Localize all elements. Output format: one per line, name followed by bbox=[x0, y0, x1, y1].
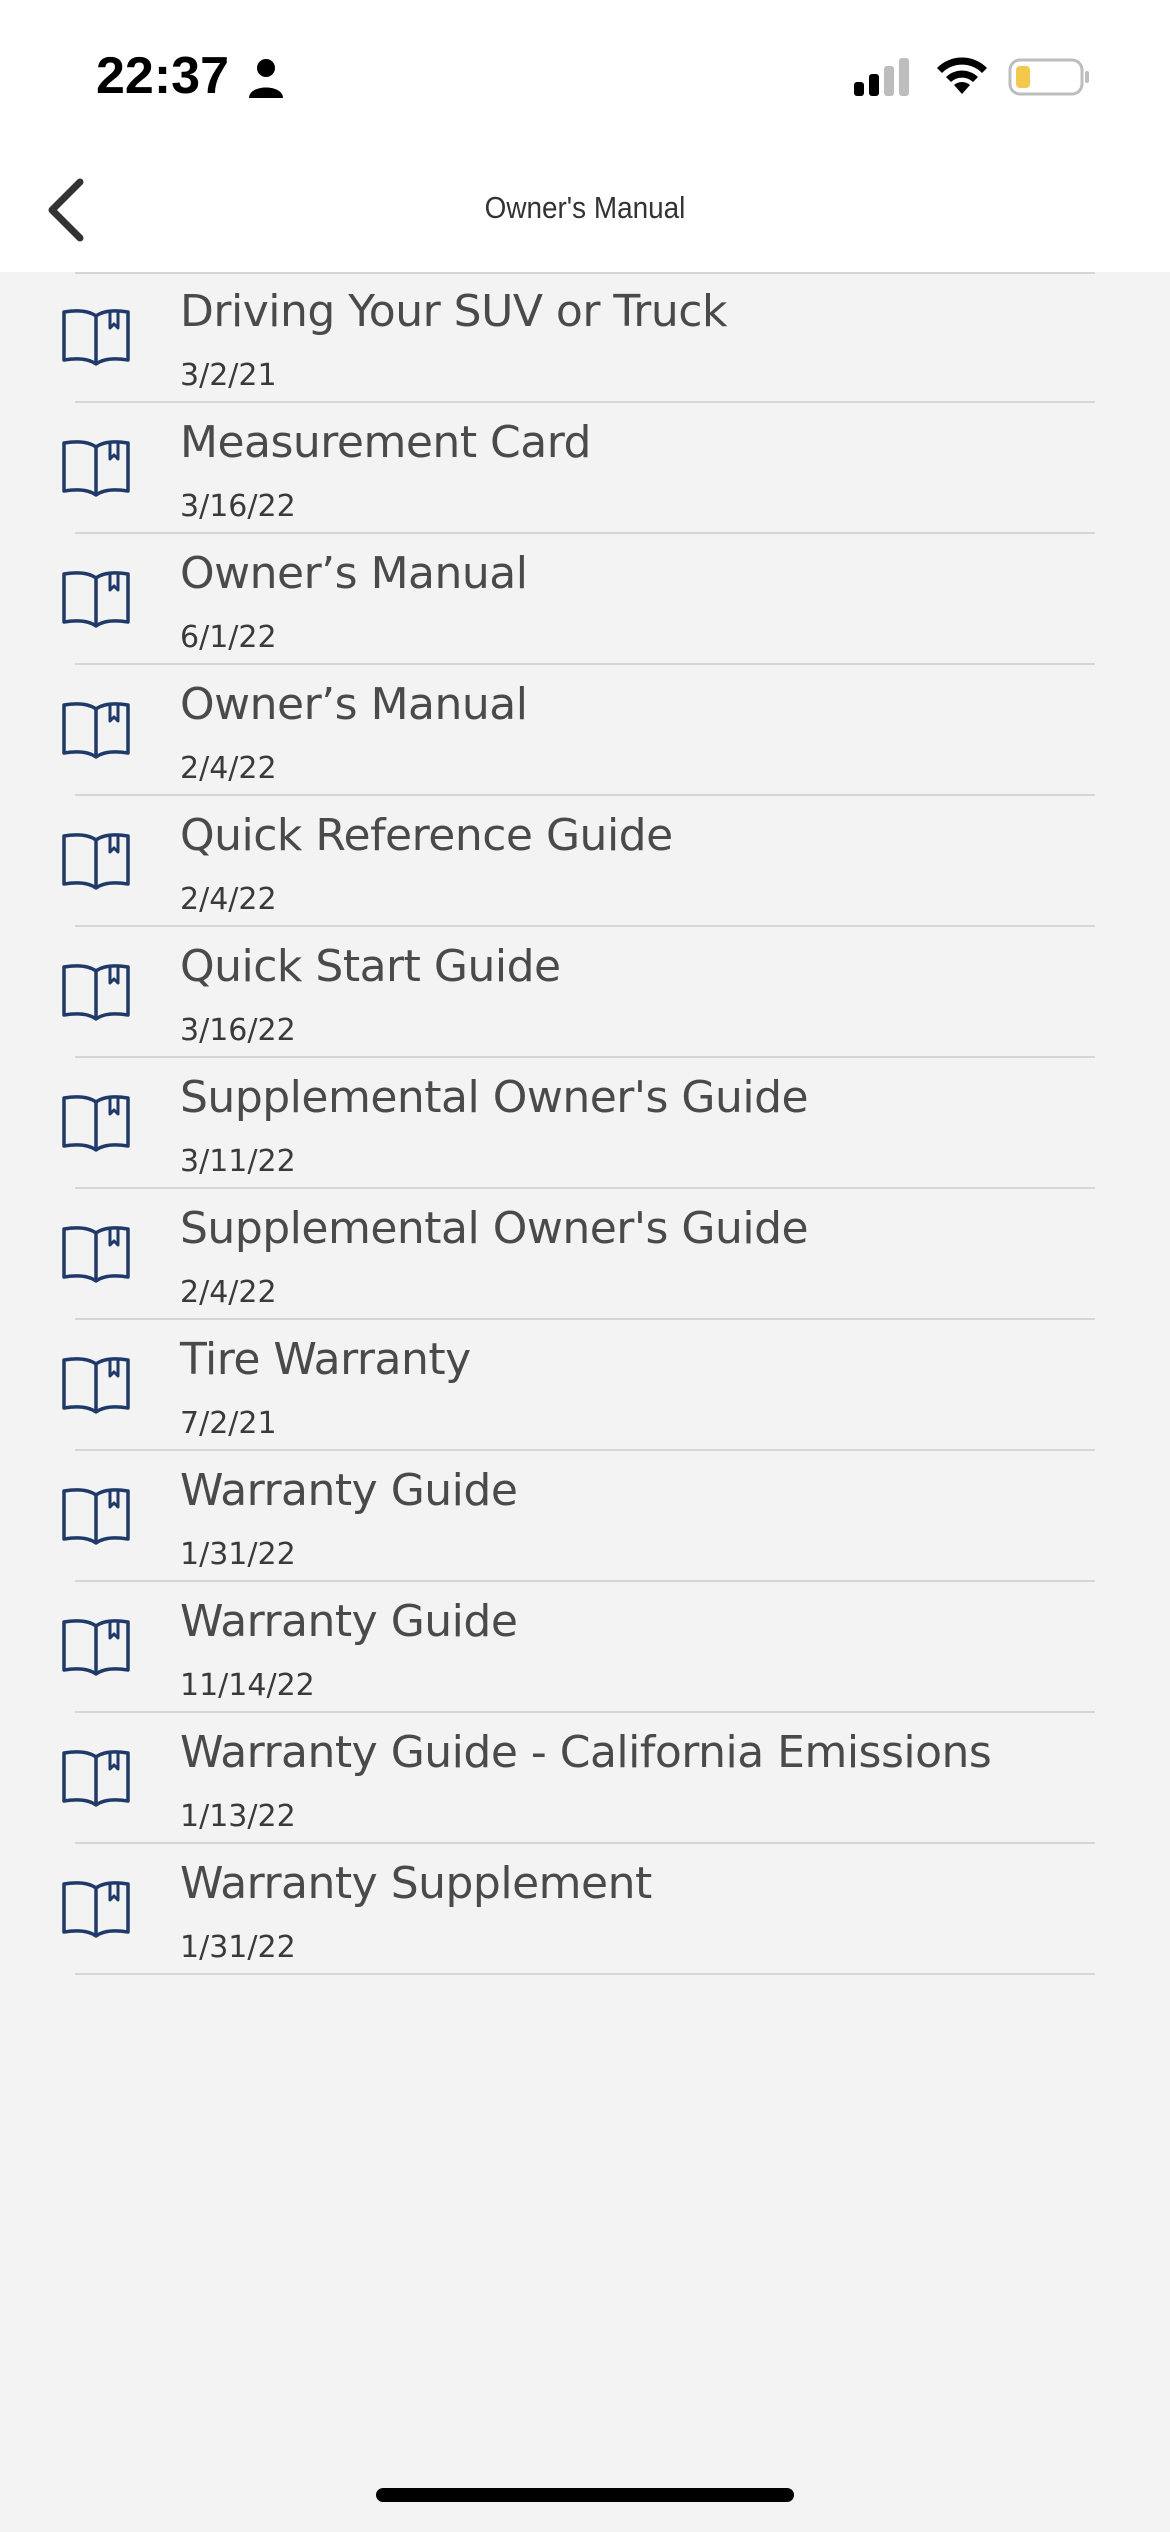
list-item[interactable]: Supplemental Owner's Guide 3/11/22 bbox=[0, 1058, 1170, 1189]
book-icon bbox=[62, 964, 130, 1021]
document-date: 6/1/22 bbox=[180, 620, 277, 655]
document-title: Tire Warranty bbox=[180, 1334, 471, 1385]
book-icon bbox=[62, 1095, 130, 1152]
document-date: 1/31/22 bbox=[180, 1930, 296, 1965]
signal-icon bbox=[854, 58, 909, 96]
wifi-icon bbox=[937, 57, 987, 94]
book-icon bbox=[62, 1881, 130, 1938]
home-indicator[interactable] bbox=[376, 2488, 794, 2502]
list-item[interactable]: Owner’s Manual 6/1/22 bbox=[0, 534, 1170, 665]
document-date: 3/16/22 bbox=[180, 1013, 296, 1048]
list-item[interactable]: Warranty Supplement 1/31/22 bbox=[0, 1844, 1170, 1975]
document-date: 1/31/22 bbox=[180, 1537, 296, 1572]
list-item[interactable]: Tire Warranty 7/2/21 bbox=[0, 1320, 1170, 1451]
document-title: Owner’s Manual bbox=[180, 679, 528, 730]
document-date: 3/11/22 bbox=[180, 1144, 296, 1179]
document-date: 2/4/22 bbox=[180, 751, 277, 786]
document-date: 11/14/22 bbox=[180, 1668, 315, 1703]
list-item[interactable]: Supplemental Owner's Guide 2/4/22 bbox=[0, 1189, 1170, 1320]
document-date: 7/2/21 bbox=[180, 1406, 277, 1441]
person-icon bbox=[249, 59, 283, 98]
book-icon bbox=[62, 1357, 130, 1414]
status-bar: 22:37 bbox=[0, 0, 1170, 150]
list-item[interactable]: Warranty Guide - California Emissions 1/… bbox=[0, 1713, 1170, 1844]
document-date: 2/4/22 bbox=[180, 882, 277, 917]
list-item[interactable]: Driving Your SUV or Truck 3/2/21 bbox=[0, 272, 1170, 403]
document-date: 1/13/22 bbox=[180, 1799, 296, 1834]
book-icon bbox=[62, 440, 130, 497]
document-title: Supplemental Owner's Guide bbox=[180, 1072, 809, 1123]
document-date: 2/4/22 bbox=[180, 1275, 277, 1310]
list-item[interactable]: Owner’s Manual 2/4/22 bbox=[0, 665, 1170, 796]
list-item[interactable]: Warranty Guide 1/31/22 bbox=[0, 1451, 1170, 1582]
book-icon bbox=[62, 1488, 130, 1545]
battery-icon bbox=[1008, 58, 1089, 96]
list-item[interactable]: Quick Reference Guide 2/4/22 bbox=[0, 796, 1170, 927]
book-icon bbox=[62, 571, 130, 628]
document-date: 3/2/21 bbox=[180, 358, 277, 393]
list-item[interactable]: Quick Start Guide 3/16/22 bbox=[0, 927, 1170, 1058]
document-title: Supplemental Owner's Guide bbox=[180, 1203, 809, 1254]
document-title: Warranty Guide - California Emissions bbox=[180, 1727, 992, 1778]
document-title: Warranty Guide bbox=[180, 1596, 518, 1647]
book-icon bbox=[62, 1226, 130, 1283]
book-icon bbox=[62, 309, 130, 366]
document-list: Driving Your SUV or Truck 3/2/21 Measure… bbox=[0, 272, 1170, 1975]
book-icon bbox=[62, 1619, 130, 1676]
book-icon bbox=[62, 702, 130, 759]
book-icon bbox=[62, 833, 130, 890]
list-item[interactable]: Warranty Guide 11/14/22 bbox=[0, 1582, 1170, 1713]
screen: 22:37 Owner's Manual Driving Your SUV or… bbox=[0, 0, 1170, 2532]
page-title: Owner's Manual bbox=[484, 190, 686, 225]
document-title: Driving Your SUV or Truck bbox=[180, 286, 727, 337]
book-icon bbox=[62, 1750, 130, 1807]
document-title: Owner’s Manual bbox=[180, 548, 528, 599]
document-title: Warranty Guide bbox=[180, 1465, 518, 1516]
document-date: 3/16/22 bbox=[180, 489, 296, 524]
document-title: Warranty Supplement bbox=[180, 1858, 652, 1909]
list-item[interactable]: Measurement Card 3/16/22 bbox=[0, 403, 1170, 534]
nav-bar: Owner's Manual bbox=[0, 150, 1170, 272]
status-time: 22:37 bbox=[96, 47, 229, 105]
document-title: Quick Start Guide bbox=[180, 941, 561, 992]
document-title: Measurement Card bbox=[180, 417, 592, 468]
document-title: Quick Reference Guide bbox=[180, 810, 673, 861]
